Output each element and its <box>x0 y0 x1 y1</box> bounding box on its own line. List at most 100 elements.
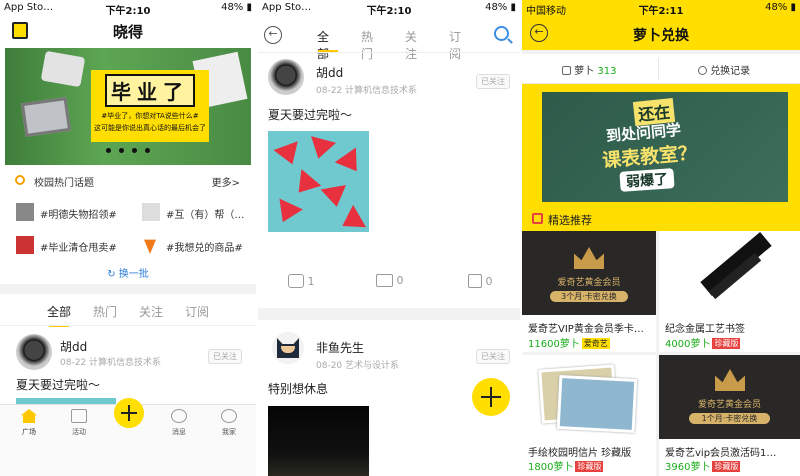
history-icon <box>698 66 707 75</box>
profile-icon <box>221 409 237 423</box>
status-bar: 中国移动 下午2:11 48% ▮ <box>522 0 800 17</box>
product-name: 手绘校园明信片 珍藏版 <box>528 448 632 459</box>
avatar[interactable] <box>272 332 304 364</box>
battery-text: 48% ▮ <box>221 2 252 13</box>
topic-item[interactable]: #我想兑的商品# <box>142 236 254 254</box>
post-meta: 08-22 计算机信息技术系 <box>316 86 418 96</box>
post-meta: 08-22 计算机信息技术系 <box>60 358 162 368</box>
refresh-icon: ↻ <box>107 269 116 280</box>
product-price: 1800萝卜 珍藏版 <box>528 461 604 473</box>
tab-all[interactable]: 全部 <box>36 303 82 327</box>
message-icon <box>171 409 187 423</box>
product-card[interactable]: 爱奇艺黄金会员 1个月·卡密兑换 爱奇艺vip会员激活码1… 3960萝卜 珍藏版 <box>659 355 800 476</box>
product-price: 3960萝卜 珍藏版 <box>665 461 741 473</box>
product-card[interactable]: 手绘校园明信片 珍藏版 1800萝卜 珍藏版 <box>522 355 656 476</box>
tab-subscribe[interactable]: 订阅 <box>438 28 482 61</box>
battery-text: 48% ▮ <box>485 2 516 13</box>
section-header: 精选推荐 <box>522 207 800 231</box>
promo-line4: 弱爆了 <box>619 168 675 192</box>
tab-subscribe[interactable]: 订阅 <box>174 303 220 321</box>
share-button[interactable]: 0 <box>468 274 493 288</box>
avatar[interactable] <box>268 59 304 95</box>
followed-badge[interactable]: 已关注 <box>476 74 510 89</box>
feed-tabs: 全部 热门 关注 订阅 <box>0 303 256 327</box>
hot-topics-header: 校园热门话题 更多> <box>0 173 256 189</box>
banner-line1: #毕业了，你想对TA说些什么# <box>101 112 199 120</box>
post-author[interactable]: 非鱼先生 <box>316 339 364 356</box>
topic-thumb <box>16 203 34 221</box>
tab-hot[interactable]: 热门 <box>82 303 128 321</box>
status-bar: App Sto… 下午2:10 48% ▮ <box>0 0 256 17</box>
product-image: 爱奇艺黄金会员 3个月·卡密兑换 <box>522 231 656 315</box>
nav-me[interactable]: 我家 <box>212 409 246 437</box>
post-divider <box>258 308 520 320</box>
battery-text: 48% ▮ <box>765 2 796 13</box>
header-divider <box>258 52 520 53</box>
topic-item[interactable]: #互（有）帮（… <box>142 203 252 221</box>
balance: 萝卜 313 <box>562 62 616 77</box>
post-author[interactable]: 胡dd <box>60 338 87 355</box>
product-name: 爱奇艺vip会员激活码1… <box>665 448 777 459</box>
tab-follow[interactable]: 关注 <box>128 303 174 321</box>
banner-line2: 这可能是你说出真心话的最后机会了 <box>94 124 206 132</box>
status-time: 下午2:10 <box>366 6 412 17</box>
post-image-night[interactable] <box>268 406 369 476</box>
phone-image <box>40 50 86 88</box>
banner-board: 毕业了 #毕业了，你想对TA说些什么# 这可能是你说出真心话的最后机会了 <box>91 70 209 142</box>
product-name: 爱奇艺VIP黄金会员季卡… <box>528 324 644 335</box>
back-icon[interactable]: ← <box>264 26 282 44</box>
product-image <box>522 355 656 439</box>
product-card[interactable]: 爱奇艺黄金会员 3个月·卡密兑换 爱奇艺VIP黄金会员季卡… 11600萝卜 爱奇… <box>522 231 656 352</box>
product-image <box>659 231 800 315</box>
section-title: 精选推荐 <box>548 214 592 227</box>
nav-activity[interactable]: 活动 <box>62 409 96 437</box>
tab-hot[interactable]: 热门 <box>350 28 394 61</box>
screen-feed: App Sto… 下午2:10 48% ▮ ← 全部 热门 关注 订阅 胡dd … <box>258 0 520 476</box>
app-header: 晓得 <box>0 16 256 46</box>
product-card[interactable]: 纪念金属工艺书签 4000萝卜 珍藏版 <box>659 231 800 352</box>
topic-item[interactable]: #明德失物招领# <box>16 203 128 221</box>
tab-all[interactable]: 全部 <box>306 28 350 61</box>
product-image: 爱奇艺黄金会员 1个月·卡密兑换 <box>659 355 800 439</box>
product-price: 11600萝卜 爱奇艺 <box>528 338 610 350</box>
hot-topics-title: 校园热门话题 <box>34 178 94 189</box>
tabs-divider <box>0 325 256 326</box>
compose-button[interactable] <box>472 378 510 416</box>
section-divider <box>0 284 256 294</box>
exchange-history-button[interactable]: 兑换记录 <box>698 62 750 77</box>
screen-square: App Sto… 下午2:10 48% ▮ 晓得 毕业了 #毕业了，你想对TA说… <box>0 0 256 476</box>
promo-banner[interactable]: 还在 到处问同学 课表教室？ 弱爆了 <box>542 92 788 202</box>
compose-button[interactable] <box>114 398 144 428</box>
page-title: 萝卜兑换 <box>633 28 689 44</box>
topic-thumb <box>16 236 34 254</box>
comment-button[interactable]: 0 <box>376 274 404 287</box>
status-time: 下午2:11 <box>638 6 684 17</box>
post-text: 夏天要过完啦～ <box>268 108 353 122</box>
product-name: 纪念金属工艺书签 <box>665 324 745 335</box>
hot-topic-icon <box>15 175 25 185</box>
topic-item[interactable]: #毕业清仓甩卖# <box>16 236 128 254</box>
status-time: 下午2:10 <box>105 6 151 17</box>
post-image-watermelon[interactable] <box>268 131 369 232</box>
followed-badge[interactable]: 已关注 <box>208 349 242 364</box>
feed-tabs: 全部 热门 关注 订阅 <box>306 28 482 61</box>
product-price: 4000萝卜 珍藏版 <box>665 338 741 350</box>
more-link[interactable]: 更多> <box>212 174 240 189</box>
carousel-dots[interactable] <box>5 138 251 157</box>
like-button[interactable]: 1 <box>288 274 315 288</box>
banner-carousel[interactable]: 毕业了 #毕业了，你想对TA说些什么# 这可能是你说出真心话的最后机会了 <box>5 48 251 165</box>
thumbs-up-icon <box>288 274 304 288</box>
post-text: 夏天要过完啦～ <box>16 378 101 392</box>
refresh-button[interactable]: ↻ 换一批 <box>0 265 256 280</box>
tab-follow[interactable]: 关注 <box>394 28 438 61</box>
post-author[interactable]: 胡dd <box>316 64 343 81</box>
nav-messages[interactable]: 消息 <box>162 409 196 437</box>
topic-thumb <box>142 203 160 221</box>
nav-square[interactable]: 广场 <box>12 409 46 437</box>
carrot-icon <box>144 239 156 254</box>
avatar[interactable] <box>16 334 52 370</box>
recommend-icon <box>532 213 543 224</box>
post-text: 特别想休息 <box>268 382 329 396</box>
followed-badge[interactable]: 已关注 <box>476 349 510 364</box>
share-icon <box>468 274 482 288</box>
